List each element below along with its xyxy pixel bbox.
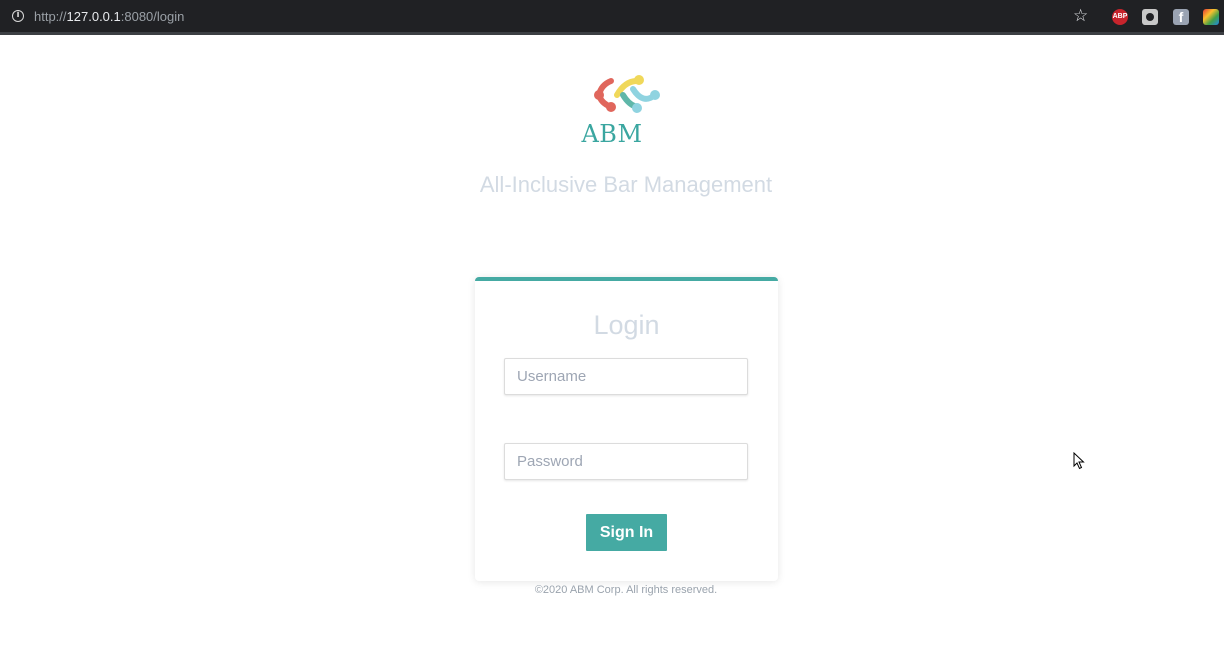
info-icon[interactable]: i [12,10,24,22]
login-card: Login Sign In [475,277,778,581]
tagline: All-Inclusive Bar Management [479,172,773,197]
mouse-cursor-icon [1073,452,1085,470]
password-input[interactable] [504,443,748,480]
url-scheme: http:// [34,9,67,24]
adblock-extension-icon[interactable]: ABP [1112,9,1128,25]
login-title: Login [593,310,660,340]
address-bar[interactable]: http://127.0.0.1:8080/login [34,9,184,24]
brand-name: ABM [581,120,643,148]
username-input[interactable] [504,358,748,395]
url-host: 127.0.0.1 [66,9,121,24]
logo-blue-dot [650,90,660,100]
logo-red-dot [594,90,604,100]
multicolor-extension-icon[interactable] [1203,9,1219,25]
facebook-extension-icon[interactable]: f [1173,9,1189,25]
star-icon[interactable]: ☆ [1073,6,1088,26]
logo-red-dot-2 [606,102,616,112]
camera-extension-icon[interactable] [1142,9,1158,25]
browser-toolbar: i http://127.0.0.1:8080/login ☆ ABP f [0,0,1224,35]
logo-blue-dot-2 [632,103,642,113]
url-path: :8080/login [120,9,185,24]
copyright-footer: ©2020 ABM Corp. All rights reserved. [534,584,718,596]
abm-logo-icon [594,75,660,113]
sign-in-button[interactable]: Sign In [586,514,667,551]
logo-yellow-dot [634,75,644,85]
